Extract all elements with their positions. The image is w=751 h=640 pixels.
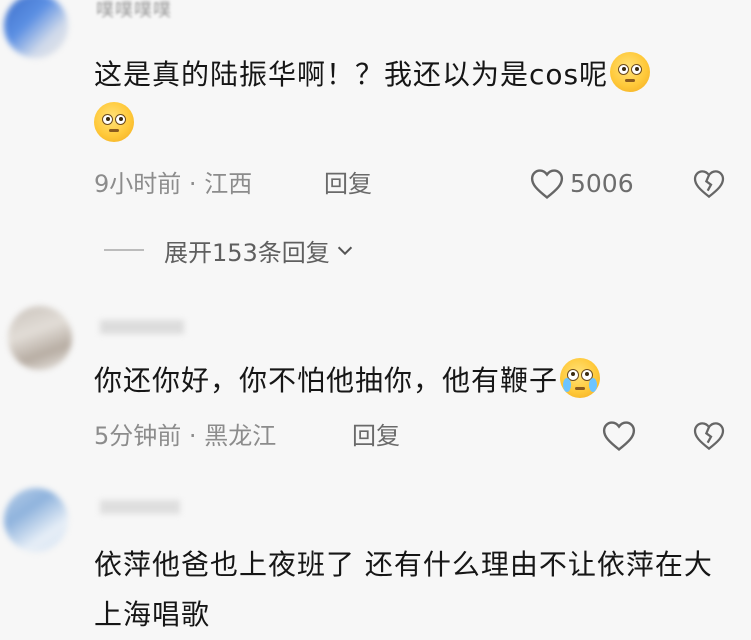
timestamp: 5分钟前 (94, 422, 182, 450)
username-blurred (100, 500, 180, 514)
separator-dot: · (188, 422, 197, 450)
pleading-face-emoji-icon (560, 358, 601, 398)
reply-button[interactable]: 回复 (352, 418, 400, 454)
avatar[interactable] (8, 306, 72, 370)
rolling-eyes-emoji-icon (94, 102, 134, 142)
avatar[interactable] (4, 488, 68, 552)
expand-replies-button[interactable]: 展开153条回复 (104, 232, 356, 268)
location: 黑龙江 (204, 422, 277, 450)
heart-outline-icon[interactable] (602, 420, 636, 452)
reply-button[interactable]: 回复 (324, 166, 372, 202)
like-count: 5006 (570, 169, 634, 198)
comment-text: 这是真的陆振华啊！？我还以为是cos呢 (94, 50, 724, 150)
like-button[interactable]: 5006 (530, 166, 634, 202)
chevron-down-icon (337, 246, 352, 256)
separator-dot: · (188, 170, 197, 198)
comment-text: 依萍他爸也上夜班了 还有什么理由不让依萍在大上海唱歌 (94, 548, 713, 631)
broken-heart-icon[interactable] (693, 420, 725, 452)
location: 江西 (204, 170, 253, 198)
username[interactable]: 噗噗噗噗 (96, 0, 172, 22)
expand-replies-label: 展开153条回复 (164, 238, 330, 267)
divider (104, 249, 144, 251)
avatar[interactable] (4, 0, 68, 58)
timestamp: 9小时前 (94, 170, 182, 198)
comment-text: 你还你好，你不怕他抽你，他有鞭子 (94, 356, 724, 406)
rolling-eyes-emoji-icon (610, 52, 651, 92)
username-blurred (100, 320, 184, 334)
comment-text-content: 你还你好，你不怕他抽你，他有鞭子 (94, 364, 559, 397)
heart-outline-icon (530, 169, 564, 199)
comment-text-content: 这是真的陆振华啊！？我还以为是cos呢 (94, 58, 609, 91)
broken-heart-icon[interactable] (693, 168, 725, 200)
